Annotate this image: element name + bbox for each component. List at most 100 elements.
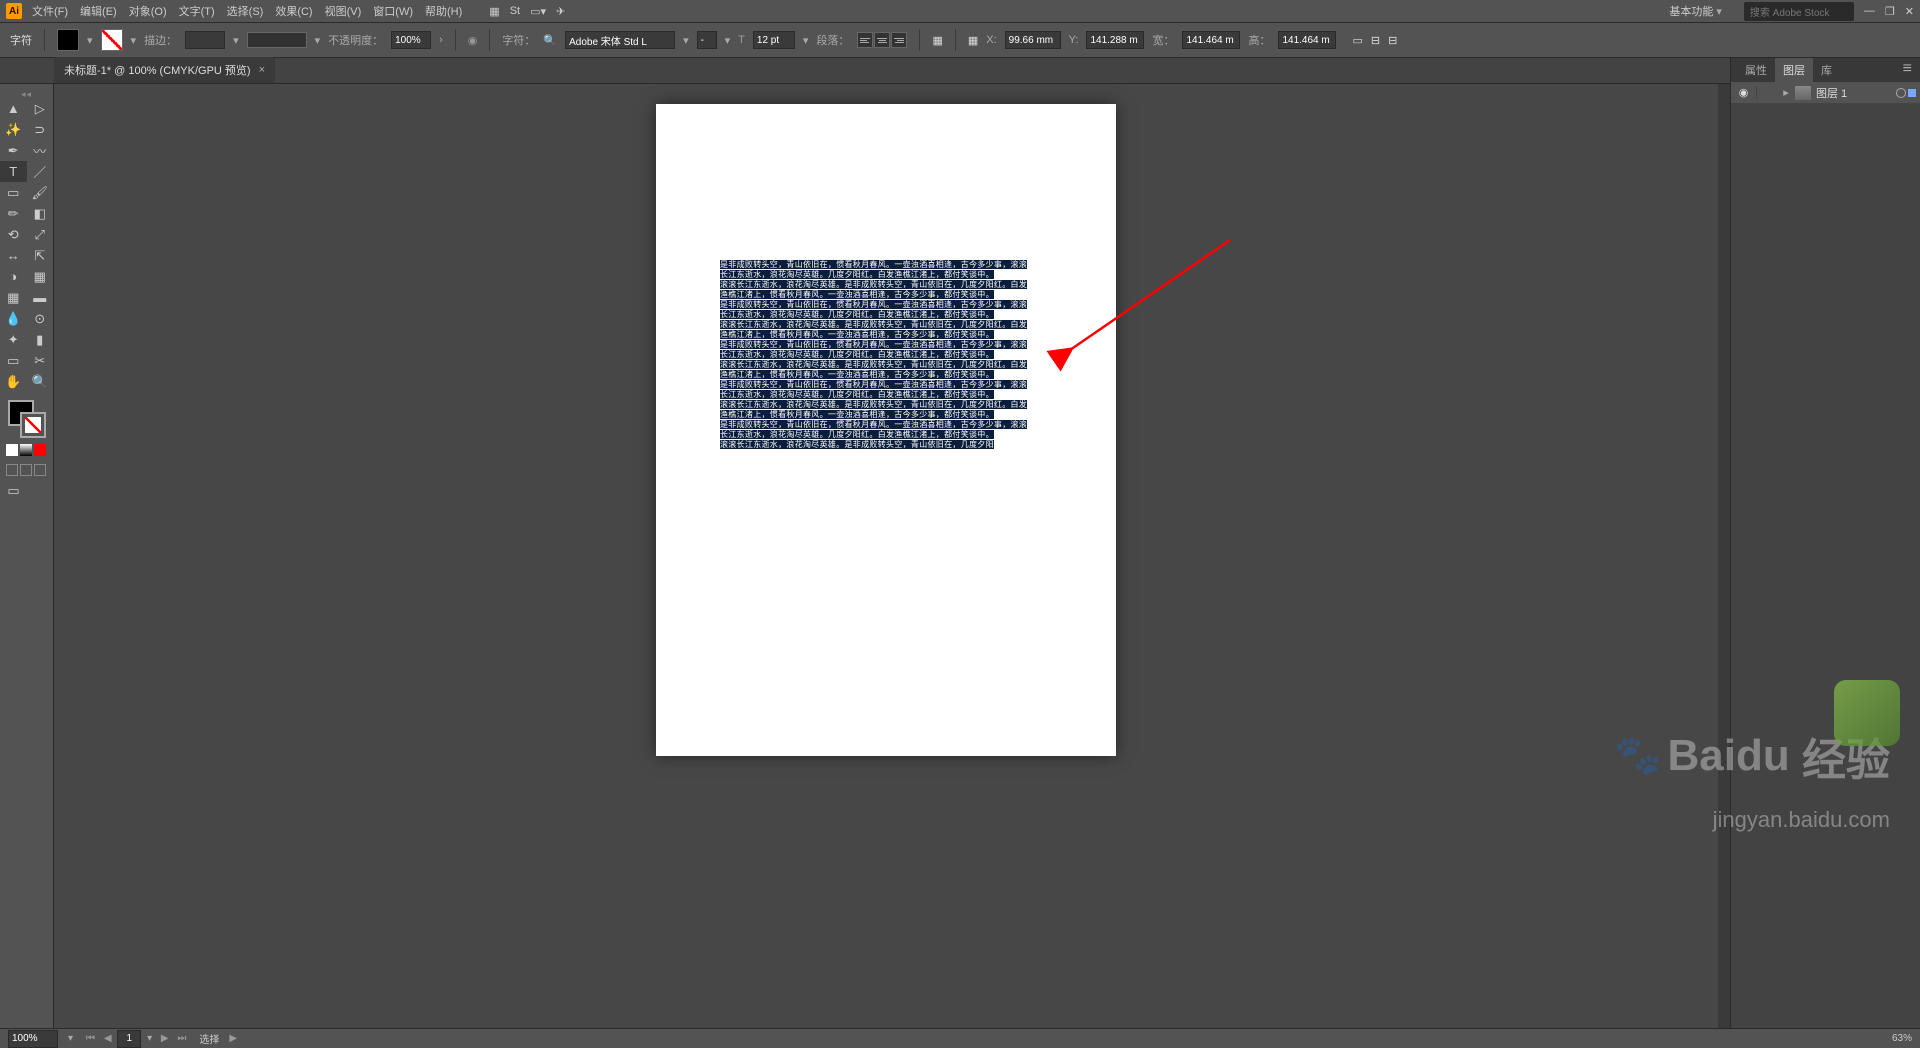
menu-file[interactable]: 文件(F) <box>32 3 68 19</box>
menu-object[interactable]: 对象(O) <box>129 3 167 19</box>
tools-drag-handle[interactable]: ◂◂ <box>0 90 53 98</box>
direct-selection-tool[interactable]: ▷ <box>27 98 54 119</box>
tab-layers[interactable]: 图层 <box>1775 58 1813 82</box>
target-icon[interactable] <box>1896 88 1906 98</box>
panel-collapse-icon[interactable]: ⊟ <box>1388 34 1397 47</box>
align-center-icon[interactable] <box>874 32 890 48</box>
fill-swatch[interactable] <box>57 29 79 51</box>
gpu-icon[interactable]: ✈ <box>556 5 565 18</box>
panel-menu-icon[interactable]: ≡ <box>1895 56 1920 82</box>
symbol-sprayer-tool[interactable]: ✦ <box>0 329 27 350</box>
stroke-color[interactable] <box>20 412 46 438</box>
draw-inside-icon[interactable] <box>34 464 46 476</box>
stroke-swatch[interactable] <box>101 29 123 51</box>
arrange-icon[interactable]: ▭▾ <box>530 5 546 18</box>
menu-edit[interactable]: 编辑(E) <box>80 3 117 19</box>
w-input[interactable] <box>1182 31 1240 49</box>
menu-help[interactable]: 帮助(H) <box>425 3 462 19</box>
nav-prev-icon[interactable]: ◀ <box>104 1033 112 1044</box>
menu-window[interactable]: 窗口(W) <box>373 3 413 19</box>
lasso-tool[interactable]: ⊃ <box>27 119 54 140</box>
mesh-tool[interactable]: ▦ <box>0 287 27 308</box>
perspective-tool[interactable]: ▦ <box>27 266 54 287</box>
magic-wand-tool[interactable]: ✨ <box>0 119 27 140</box>
rectangle-tool[interactable]: ▭ <box>0 182 27 203</box>
free-transform-tool[interactable]: ⇱ <box>27 245 54 266</box>
blend-tool[interactable]: ⊙ <box>27 308 54 329</box>
pen-tool[interactable]: ✒ <box>0 140 27 161</box>
draw-normal-icon[interactable] <box>6 464 18 476</box>
color-none-icon[interactable] <box>6 444 18 456</box>
eraser-tool[interactable]: ◧ <box>27 203 54 224</box>
close-icon[interactable]: ✕ <box>1905 5 1914 18</box>
tab-libraries[interactable]: 库 <box>1813 58 1840 82</box>
brush-def[interactable] <box>247 32 307 48</box>
minimize-icon[interactable]: — <box>1864 5 1875 18</box>
tab-properties[interactable]: 属性 <box>1737 58 1775 82</box>
prefs-icon[interactable]: ⊟ <box>1371 34 1380 47</box>
curvature-tool[interactable]: 〰 <box>27 140 54 161</box>
workspace-switcher[interactable]: 基本功能 <box>1669 3 1722 19</box>
canvas-area[interactable]: 是非成败转头空，青山依旧在，惯看秋月春风。一壶浊酒喜相逢，古今多少事，滚滚长江东… <box>54 84 1718 1028</box>
menu-select[interactable]: 选择(S) <box>227 3 264 19</box>
zoom-tool[interactable]: 🔍 <box>27 371 54 392</box>
color-solid-icon[interactable] <box>34 444 46 456</box>
search-font-icon[interactable]: 🔍 <box>543 34 557 47</box>
line-tool[interactable]: ／ <box>27 161 54 182</box>
rotate-tool[interactable]: ⟲ <box>0 224 27 245</box>
selection-indicator[interactable] <box>1908 89 1916 97</box>
shape-builder-tool[interactable]: ◑ <box>0 266 27 287</box>
gradient-tool[interactable]: ▬ <box>27 287 54 308</box>
eyedropper-tool[interactable]: 💧 <box>0 308 27 329</box>
slice-tool[interactable]: ✂ <box>27 350 54 371</box>
tab-close-icon[interactable]: × <box>259 64 265 76</box>
paintbrush-tool[interactable]: 🖌 <box>27 182 54 203</box>
doc-tab[interactable]: 未标题-1* @ 100% (CMYK/GPU 预览) × <box>54 57 275 83</box>
menu-view[interactable]: 视图(V) <box>325 3 362 19</box>
artboard-tool[interactable]: ▭ <box>0 350 27 371</box>
menu-effect[interactable]: 效果(C) <box>275 3 312 19</box>
h-input[interactable] <box>1278 31 1336 49</box>
text-frame[interactable]: 是非成败转头空，青山依旧在，惯看秋月春风。一壶浊酒喜相逢，古今多少事，滚滚长江东… <box>720 260 1030 450</box>
layer-row[interactable]: ◉ ▸ 图层 1 <box>1731 82 1920 104</box>
maximize-icon[interactable]: ❐ <box>1885 5 1895 18</box>
bridge-icon[interactable]: ▦ <box>489 5 499 18</box>
font-family-input[interactable] <box>565 31 675 49</box>
align-right-icon[interactable] <box>891 32 907 48</box>
column-graph-tool[interactable]: ▮ <box>27 329 54 350</box>
scrollbar-vertical[interactable] <box>1718 84 1730 1028</box>
type-tool[interactable]: T <box>0 161 27 182</box>
width-tool[interactable]: ↔ <box>0 245 27 266</box>
nav-next-icon[interactable]: ▶ <box>161 1033 169 1044</box>
screen-mode-icon[interactable]: ▭ <box>0 480 27 501</box>
x-input[interactable] <box>1005 31 1061 49</box>
make-envelope-icon[interactable]: ▦ <box>932 34 942 47</box>
fill-stroke-control[interactable] <box>6 398 48 440</box>
align-panel-icon[interactable]: ▦ <box>968 34 978 47</box>
selection-tool[interactable]: ▲ <box>0 98 27 119</box>
hand-tool[interactable]: ✋ <box>0 371 27 392</box>
search-stock[interactable]: 搜索 Adobe Stock <box>1744 2 1854 21</box>
y-input[interactable] <box>1086 31 1144 49</box>
draw-behind-icon[interactable] <box>20 464 32 476</box>
align-left-icon[interactable] <box>857 32 873 48</box>
visibility-icon[interactable]: ◉ <box>1731 86 1757 99</box>
opacity-input[interactable] <box>391 31 431 49</box>
font-size-input[interactable] <box>753 31 795 49</box>
scale-tool[interactable]: ⤢ <box>27 224 54 245</box>
nav-first-icon[interactable]: ⏮ <box>86 1033 95 1044</box>
font-style-input[interactable] <box>697 31 717 49</box>
stock-icon[interactable]: St <box>510 5 520 18</box>
setup-icon[interactable]: ▭ <box>1352 34 1362 47</box>
zoom-input[interactable] <box>8 1030 58 1048</box>
recolor-icon[interactable]: ◉ <box>468 34 478 47</box>
nav-last-icon[interactable]: ⏭ <box>177 1033 186 1044</box>
expand-icon[interactable]: ▸ <box>1777 86 1795 99</box>
artboard-index[interactable] <box>117 1030 141 1048</box>
color-gradient-icon[interactable] <box>20 444 32 456</box>
stroke-weight-input[interactable] <box>185 31 225 49</box>
layer-name[interactable]: 图层 1 <box>1816 85 1847 101</box>
shaper-tool[interactable]: ✏ <box>0 203 27 224</box>
menu-type[interactable]: 文字(T) <box>179 3 215 19</box>
status-play-icon[interactable]: ▶ <box>229 1033 237 1044</box>
